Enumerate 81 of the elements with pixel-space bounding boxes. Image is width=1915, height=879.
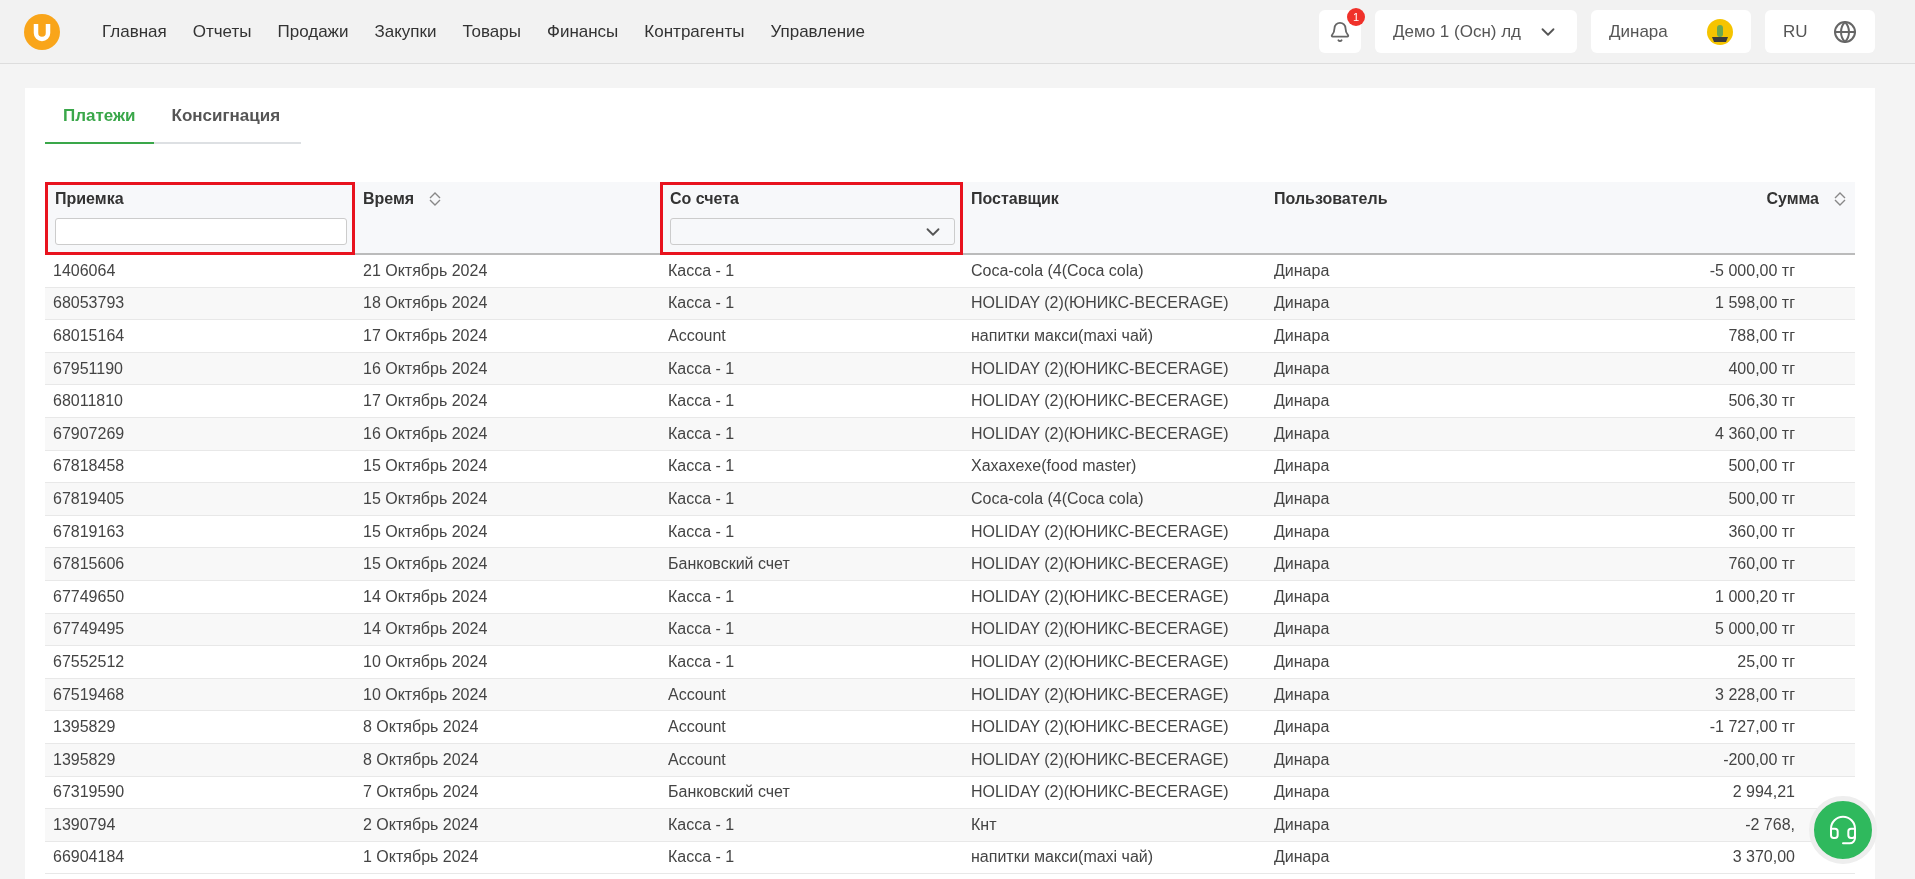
table-cell: 4 360,00 тг [1566,417,1855,451]
table-cell: HOLIDAY (2)(ЮНИКС-BECERAGE) [963,417,1266,451]
table-cell: 67907269 [45,417,355,451]
table-cell: HOLIDAY (2)(ЮНИКС-BECERAGE) [963,352,1266,386]
table-cell: 3 228,00 тг [1566,678,1855,712]
nav-link[interactable]: Товары [462,21,521,42]
table-cell: 16 Октябрь 2024 [355,417,660,451]
table-cell: Банковский счет [660,548,963,581]
table-cell: HOLIDAY (2)(ЮНИКС-BECERAGE) [963,678,1266,712]
table-cell: Касса - 1 [660,417,963,451]
table-cell: 67819405 [45,483,355,516]
table-cell: 5 000,00 тг [1566,613,1855,647]
table-cell: 67749495 [45,613,355,647]
avatar-icon [1707,18,1733,45]
table-cell: Касса - 1 [660,287,963,321]
bell-icon [1329,20,1351,43]
table-cell: 400,00 тг [1566,352,1855,386]
nav-link[interactable]: Отчеты [192,21,252,42]
sort-icon[interactable] [428,191,443,207]
sort-icon[interactable] [1833,191,1847,207]
table-cell: HOLIDAY (2)(ЮНИКС-BECERAGE) [963,287,1266,321]
headset-icon [1827,814,1859,846]
filter-select[interactable] [670,218,955,245]
table-cell: 10 Октябрь 2024 [355,678,660,712]
table-cell: -200,00 тг [1566,743,1855,777]
nav-link[interactable]: Главная [102,21,167,42]
table-cell: Динара [1266,352,1566,386]
table-cell: Динара [1266,483,1566,516]
table-cell: 18 Октябрь 2024 [355,287,660,321]
logo-icon[interactable] [24,13,60,50]
nav-link[interactable]: Управление [770,21,865,42]
company-dropdown[interactable]: Демо 1 (Осн) лд [1375,10,1577,53]
table-cell: Account [660,678,963,712]
table-cell: Динара [1266,287,1566,321]
column-label: Со счета [670,190,739,208]
table-cell: Динара [1266,417,1566,451]
table-cell: Account [660,743,963,777]
filter-input[interactable] [55,218,347,245]
table-cell: 15 Октябрь 2024 [355,548,660,581]
table-cell: Динара [1266,548,1566,581]
table-cell: Динара [1266,743,1566,777]
table-cell: 1390794 [45,809,355,842]
notification-badge: 1 [1347,8,1365,26]
table-cell: 8 Октябрь 2024 [355,743,660,777]
table-cell: 68053793 [45,287,355,321]
globe-icon [1833,19,1857,44]
table-cell: HOLIDAY (2)(ЮНИКС-BECERAGE) [963,548,1266,581]
table-cell: 14 Октябрь 2024 [355,613,660,647]
column-label: Поставщик [971,190,1059,208]
table-cell: Coca-cola (4(Coca cola) [963,483,1266,516]
table-cell: 67519468 [45,678,355,712]
user-menu[interactable]: Динара [1591,10,1751,53]
table-cell: 1395829 [45,743,355,777]
table-cell: 67815606 [45,548,355,581]
column-label: Сумма [1766,190,1819,208]
table-cell: 15 Октябрь 2024 [355,483,660,516]
column-label: Время [363,190,415,208]
table-cell: 500,00 тг [1566,483,1855,516]
table-cell: Касса - 1 [660,809,963,842]
table-cell: 67951190 [45,352,355,386]
table-cell: Касса - 1 [660,352,963,386]
table-cell: 760,00 тг [1566,548,1855,581]
table-cell: HOLIDAY (2)(ЮНИКС-BECERAGE) [963,743,1266,777]
table-cell: HOLIDAY (2)(ЮНИКС-BECERAGE) [963,613,1266,647]
table-cell: 1 598,00 тг [1566,287,1855,321]
column-label: Пользователь [1274,190,1388,208]
nav-link[interactable]: Контрагенты [644,21,745,42]
table-cell: Динара [1266,613,1566,647]
nav-link[interactable]: Продажи [277,21,349,42]
table-cell: Касса - 1 [660,613,963,647]
table-cell: 2 Октябрь 2024 [355,809,660,842]
nav-link[interactable]: Закупки [374,21,437,42]
table-cell: Динара [1266,678,1566,712]
tab[interactable]: Консигнация [153,88,299,144]
table-cell: 16 Октябрь 2024 [355,352,660,386]
table-cell: Касса - 1 [660,483,963,516]
table-cell: Динара [1266,809,1566,842]
language-button[interactable]: RU [1765,10,1875,53]
column-label: Приемка [55,190,124,208]
table-cell: Кнт [963,809,1266,842]
nav-link[interactable]: Финансы [546,21,619,42]
